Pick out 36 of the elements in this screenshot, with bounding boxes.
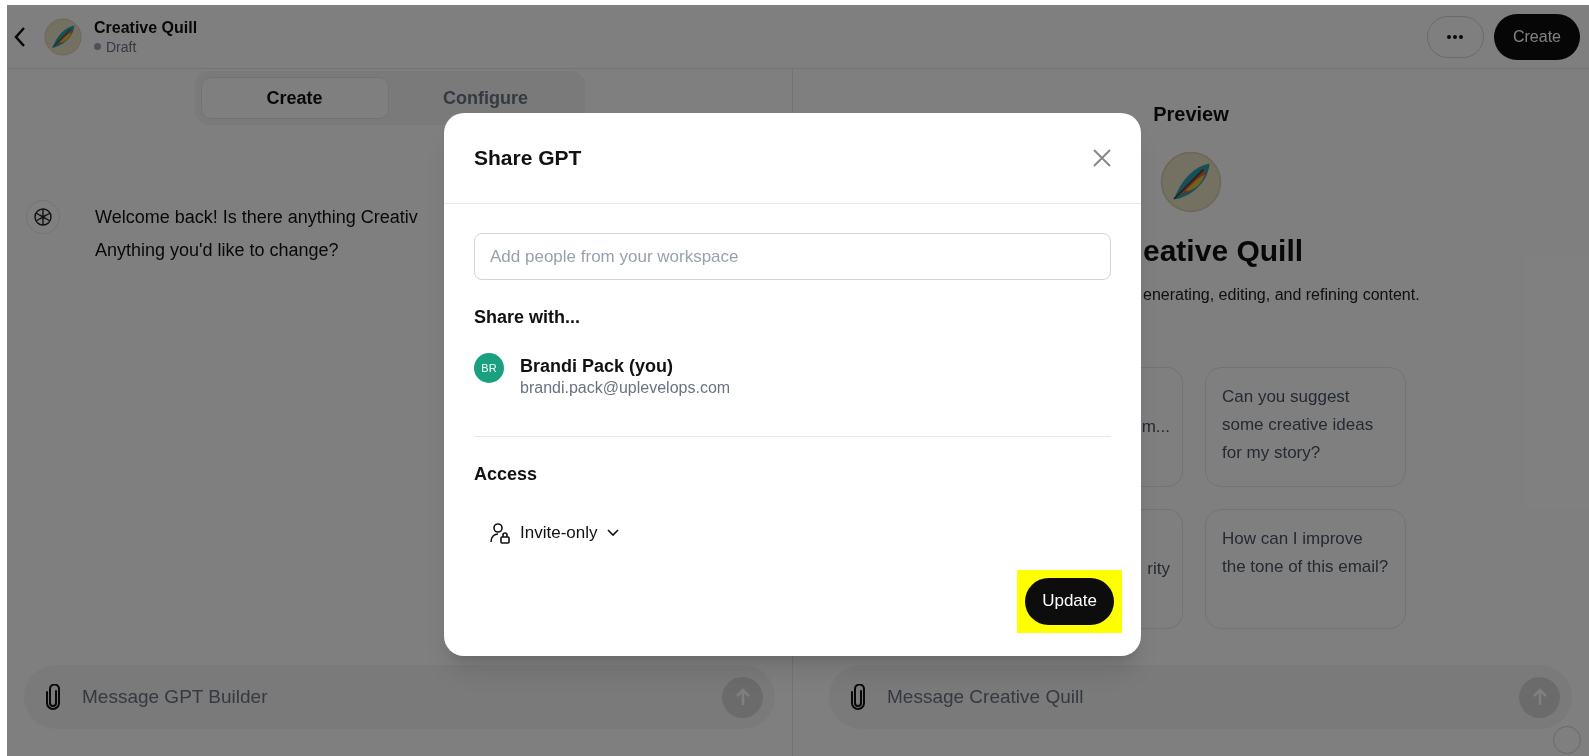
tab[interactable]: Configure (392, 77, 579, 119)
user-avatar: BR (474, 353, 504, 383)
gpt-name: eative Quill (1143, 233, 1305, 269)
feather-logo (1160, 151, 1222, 213)
message-composer[interactable]: Message GPT Builder (24, 665, 775, 729)
paperclip-icon[interactable] (849, 684, 867, 710)
user-email: brandi.pack@uplevelops.com (520, 378, 731, 398)
user-name: Brandi Pack (you) (520, 355, 675, 377)
message-composer[interactable]: Message Creative Quill (829, 665, 1572, 729)
update-button[interactable]: Update (1025, 577, 1114, 625)
preview-heading: Preview (1153, 102, 1229, 127)
status-label: Draft (106, 37, 137, 56)
chevron-down-icon (607, 528, 620, 537)
starter-card[interactable]: How can I improve the tone of this email? (1205, 509, 1406, 629)
feather-logo (44, 17, 82, 56)
message-input[interactable]: Message Creative Quill (887, 682, 1519, 712)
user-lock-icon (490, 521, 510, 544)
share-heading: Share with... (474, 306, 582, 329)
knot-logo-icon (33, 207, 53, 227)
more-icon (1447, 34, 1464, 39)
create-button[interactable]: Create (1493, 13, 1580, 60)
back-icon[interactable] (13, 25, 27, 48)
message-text: Welcome back! Is there anything Creativ (95, 206, 418, 229)
gpt-title: Creative Quill (94, 17, 198, 38)
message-input[interactable]: Message GPT Builder (82, 682, 722, 712)
paperclip-icon[interactable] (44, 684, 62, 710)
access-heading: Access (474, 463, 539, 486)
access-dropdown[interactable]: Invite-only (490, 520, 620, 546)
tab[interactable]: Create (200, 77, 389, 119)
dialog-title: Share GPT (474, 145, 582, 172)
close-icon[interactable] (1093, 149, 1111, 167)
message-text: Anything you'd like to change? (95, 239, 340, 262)
add-people-field[interactable]: Add people from your workspace (474, 233, 1111, 280)
starter-card[interactable]: Can you suggest some creative ideas for my story? (1205, 367, 1406, 487)
status-dot-icon (94, 43, 101, 50)
gpt-description: enerating, editing, and refining content. (1143, 285, 1421, 305)
